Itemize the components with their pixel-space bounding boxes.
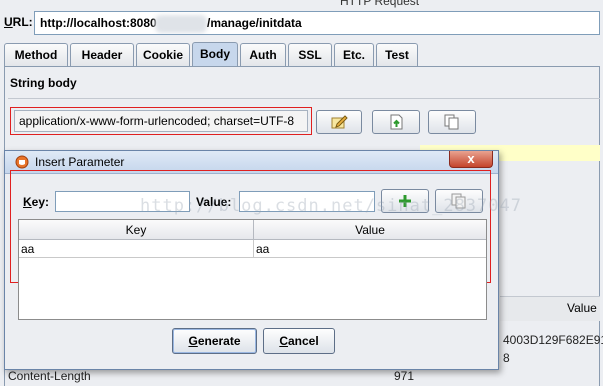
tab-ssl[interactable]: SSL xyxy=(288,43,332,66)
insert-parameter-dialog: Insert Parameter x Key: Value: Key Value… xyxy=(4,150,499,370)
load-file-button[interactable] xyxy=(372,110,420,134)
bg-value-header: Value xyxy=(567,301,597,315)
dialog-title: Insert Parameter xyxy=(35,155,125,169)
request-tabs: Method Header Cookie Body Auth SSL Etc. … xyxy=(4,42,600,67)
window-title: HTTP Request xyxy=(340,0,420,8)
generate-button[interactable]: Generate xyxy=(172,328,257,354)
column-header-key[interactable]: Key xyxy=(19,220,254,240)
edit-pencil-icon xyxy=(331,115,348,129)
close-icon: x xyxy=(467,151,475,166)
edit-content-type-button[interactable] xyxy=(316,110,362,134)
bg-cell: Content-Length xyxy=(8,369,91,383)
url-label: URL: xyxy=(4,15,33,29)
close-button[interactable]: x xyxy=(449,151,493,168)
url-input[interactable]: http://localhost:8080 /manage/initdata xyxy=(34,11,600,35)
copy-body-button[interactable] xyxy=(428,110,476,134)
tab-method[interactable]: Method xyxy=(4,43,68,66)
tab-test[interactable]: Test xyxy=(376,43,418,66)
tab-cookie[interactable]: Cookie xyxy=(136,43,190,66)
content-type-field[interactable]: application/x-www-form-urlencoded; chars… xyxy=(14,110,308,132)
load-file-icon xyxy=(390,114,403,130)
url-redacted xyxy=(155,15,207,33)
tab-auth[interactable]: Auth xyxy=(240,43,286,66)
bg-cell: 8 xyxy=(503,351,510,365)
bg-cell: 4003D129F682E91 xyxy=(503,333,603,347)
tab-body[interactable]: Body xyxy=(192,42,238,67)
bg-cell: 971 xyxy=(394,369,415,383)
column-header-value[interactable]: Value xyxy=(254,220,486,240)
section-title: String body xyxy=(10,76,77,90)
table-cell-key[interactable]: aa xyxy=(19,240,254,258)
copy-icon xyxy=(444,114,459,130)
java-cup-icon xyxy=(15,155,29,169)
tab-etc[interactable]: Etc. xyxy=(334,43,374,66)
tab-header[interactable]: Header xyxy=(70,43,134,66)
url-path: /manage/initdata xyxy=(207,16,302,30)
parameter-table[interactable]: Key Value aa aa xyxy=(18,219,487,320)
table-cell-value[interactable]: aa xyxy=(254,240,486,258)
key-label: Key: xyxy=(23,195,50,209)
cancel-button[interactable]: Cancel xyxy=(263,328,335,354)
url-host: http://localhost:8080 xyxy=(40,16,157,30)
watermark: http://blog.csdn.net/sinat_2837047 xyxy=(140,196,522,216)
divider xyxy=(8,98,600,99)
